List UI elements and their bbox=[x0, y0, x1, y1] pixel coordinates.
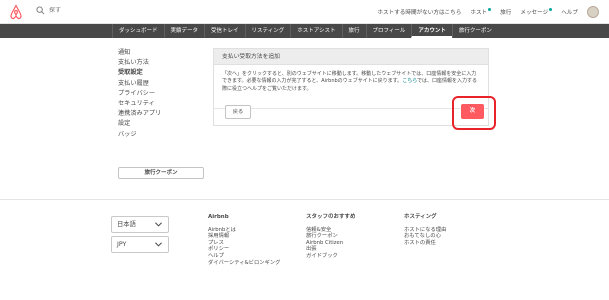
help-link[interactable]: ヘルプ bbox=[561, 8, 578, 16]
host-cta-link[interactable]: ホストする時間がない方はこちら bbox=[377, 8, 461, 16]
nav-tab[interactable]: 旅行クーポン bbox=[451, 24, 498, 38]
currency-select[interactable]: JPY bbox=[111, 236, 169, 253]
sidebar-item[interactable]: 受取設定 bbox=[118, 68, 161, 78]
account-nav: ダッシュボード 実績データ 受信トレイ リスティング ホストアシスト 旅行 プロフィール アカ… bbox=[0, 24, 609, 38]
back-button[interactable]: 戻る bbox=[225, 105, 251, 119]
top-bar: ホストする時間がない方はこちら ホスト 旅行 メッセージ ヘルプ bbox=[0, 0, 609, 24]
nav-tab[interactable]: ホストアシスト bbox=[290, 24, 341, 38]
nav-tab[interactable]: ダッシュボード bbox=[112, 24, 164, 38]
panel-divider bbox=[214, 108, 488, 109]
panel-title: 支払い受取方法を追加 bbox=[214, 49, 488, 65]
nav-tab[interactable]: 実績データ bbox=[163, 24, 205, 38]
next-button[interactable]: 次 bbox=[461, 104, 484, 119]
airbnb-logo-icon[interactable] bbox=[9, 4, 23, 20]
footer-column: スタッフのおすすめ 信頼&安全 旅行クーポン Airbnb Citizen 出張 ガイドブ… bbox=[306, 214, 356, 260]
chevron-down-icon bbox=[155, 222, 162, 227]
footer-link[interactable]: ヘルプ bbox=[208, 253, 280, 260]
footer-column-title: スタッフのおすすめ bbox=[306, 214, 356, 220]
footer-column-title: Airbnb bbox=[208, 214, 229, 220]
footer-link[interactable]: ポリシー bbox=[208, 246, 280, 253]
notification-dot bbox=[549, 8, 553, 11]
nav-tab[interactable]: 旅行 bbox=[341, 24, 366, 38]
top-links: ホストする時間がない方はこちら ホスト 旅行 メッセージ ヘルプ bbox=[377, 6, 599, 18]
trips-link[interactable]: 旅行 bbox=[500, 8, 511, 16]
sidebar-item[interactable]: 支払い履歴 bbox=[118, 79, 161, 89]
nav-tab[interactable]: アカウント bbox=[411, 24, 452, 38]
footer-link[interactable]: ホストの責任 bbox=[404, 240, 446, 247]
chevron-down-icon bbox=[155, 242, 162, 247]
search-bar[interactable] bbox=[36, 6, 109, 15]
messages-link[interactable]: メッセージ bbox=[520, 8, 553, 16]
sidebar-item[interactable]: 連携済みアプリ bbox=[118, 109, 161, 119]
footer-column-title: ホスティング bbox=[404, 214, 437, 220]
sidebar-item[interactable]: セキュリティ bbox=[118, 99, 161, 109]
footer-link[interactable]: 出張 bbox=[306, 246, 356, 253]
footer-link[interactable]: ダイバーシティ&ビロンギング bbox=[208, 260, 280, 267]
footer-link[interactable]: ガイドブック bbox=[306, 253, 356, 260]
footer-column: Airbnb Airbnbとは 採用情報 プレス ポリシー ヘルプ ダイバーシティ&ビロンギ… bbox=[208, 214, 280, 266]
sidebar-item[interactable]: 支払い方法 bbox=[118, 58, 161, 68]
sidebar-item[interactable]: 設定 bbox=[118, 119, 161, 129]
notification-dot bbox=[488, 8, 492, 11]
footer-link[interactable]: 採用情報 bbox=[208, 233, 280, 240]
nav-tab[interactable]: プロフィール bbox=[365, 24, 412, 38]
sidebar-item[interactable]: プライバシー bbox=[118, 89, 161, 99]
footer-link[interactable]: おもてなしの心 bbox=[404, 233, 446, 240]
footer-column: ホスティング ホストになる理由 おもてなしの心 ホストの責任 bbox=[404, 214, 446, 246]
avatar[interactable] bbox=[587, 6, 599, 18]
language-select[interactable]: 日本語 bbox=[111, 216, 169, 233]
footer bbox=[0, 199, 609, 300]
settings-sidebar: 通知 支払い方法 受取設定 支払い履歴 プライバシー セキュリティ 連携済みアプリ 設定 バッジ bbox=[118, 48, 161, 140]
search-icon bbox=[36, 6, 45, 15]
help-link-inline[interactable]: こちら bbox=[402, 78, 417, 84]
panel-description: 「次へ」をクリックすると、別のウェブサイトに移動します。移動したウェブサイトでは… bbox=[222, 71, 478, 92]
nav-tab[interactable]: 受信トレイ bbox=[204, 24, 245, 38]
sidebar-item[interactable]: バッジ bbox=[118, 130, 161, 140]
search-input[interactable] bbox=[49, 7, 109, 14]
footer-link[interactable]: 旅行クーポン bbox=[306, 233, 356, 240]
add-payout-panel: 支払い受取方法を追加 「次へ」をクリックすると、別のウェブサイトに移動します。移… bbox=[213, 48, 489, 126]
travel-coupon-button[interactable]: 旅行クーポン bbox=[118, 167, 204, 179]
sidebar-item[interactable]: 通知 bbox=[118, 48, 161, 58]
host-link[interactable]: ホスト bbox=[470, 8, 492, 16]
nav-tab[interactable]: リスティング bbox=[244, 24, 291, 38]
